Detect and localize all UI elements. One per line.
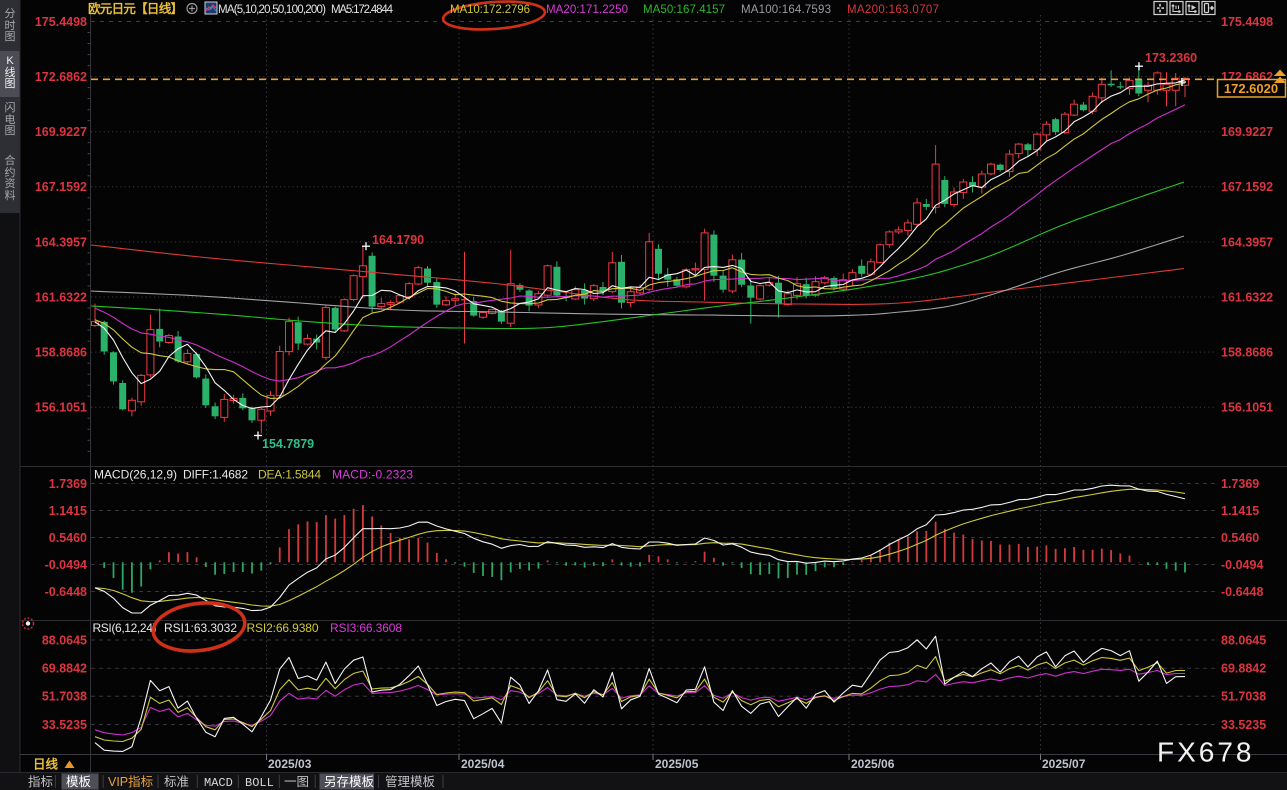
svg-text:料: 料 — [5, 188, 16, 202]
svg-text:2025/04: 2025/04 — [461, 757, 505, 771]
svg-text:日线: 日线 — [33, 757, 59, 772]
svg-text:资: 资 — [5, 177, 16, 190]
svg-text:156.1051: 156.1051 — [1221, 401, 1273, 415]
svg-text:158.8686: 158.8686 — [1221, 346, 1273, 360]
svg-text:158.8686: 158.8686 — [35, 346, 87, 360]
svg-text:1.7369: 1.7369 — [49, 477, 87, 491]
svg-text:分: 分 — [5, 7, 16, 20]
svg-text:51.7038: 51.7038 — [1221, 690, 1266, 704]
svg-text:线: 线 — [5, 65, 16, 79]
svg-text:1.1415: 1.1415 — [49, 504, 87, 518]
svg-text:合: 合 — [5, 153, 16, 167]
svg-text:2025/06: 2025/06 — [851, 757, 895, 771]
svg-text:MA20:171.2250: MA20:171.2250 — [546, 4, 628, 16]
svg-text:RSI1:63.3032: RSI1:63.3032 — [164, 621, 237, 635]
svg-text:173.2360: 173.2360 — [1145, 51, 1197, 65]
svg-text:51.7038: 51.7038 — [42, 690, 87, 704]
svg-text:标准: 标准 — [164, 775, 189, 789]
svg-text:BOLL: BOLL — [245, 776, 274, 790]
svg-text:1.1415: 1.1415 — [1221, 504, 1259, 518]
svg-text:FX678: FX678 — [1157, 737, 1255, 768]
svg-text:MA(5,10,20,50,100,200): MA(5,10,20,50,100,200) — [218, 4, 326, 16]
svg-text:MA50:167.4157: MA50:167.4157 — [643, 4, 725, 16]
svg-text:88.0645: 88.0645 — [42, 633, 87, 647]
svg-text:一图: 一图 — [284, 775, 309, 789]
svg-text:MA10:172.2796: MA10:172.2796 — [450, 4, 530, 16]
svg-text:RSI2:66.9380: RSI2:66.9380 — [247, 621, 319, 635]
svg-text:DIFF:1.4682: DIFF:1.4682 — [183, 468, 248, 482]
svg-text:图: 图 — [5, 77, 16, 90]
svg-text:175.4498: 175.4498 — [35, 15, 87, 29]
svg-text:2025/07: 2025/07 — [1042, 757, 1086, 771]
svg-text:164.1790: 164.1790 — [372, 233, 424, 247]
svg-text:161.6322: 161.6322 — [35, 290, 87, 304]
svg-text:-0.6448: -0.6448 — [1221, 585, 1263, 599]
svg-text:DEA:1.5844: DEA:1.5844 — [258, 468, 321, 482]
svg-text:MACD:-0.2323: MACD:-0.2323 — [332, 468, 413, 482]
svg-text:169.9227: 169.9227 — [1221, 125, 1273, 139]
svg-text:175.4498: 175.4498 — [1221, 15, 1273, 29]
svg-text:69.8842: 69.8842 — [1221, 662, 1266, 676]
svg-text:模板: 模板 — [66, 775, 92, 789]
svg-text:161.6322: 161.6322 — [1221, 290, 1273, 304]
svg-text:RSI3:66.3608: RSI3:66.3608 — [330, 621, 402, 635]
svg-text:VIP指标: VIP指标 — [108, 774, 153, 789]
svg-text:MACD(26,12,9): MACD(26,12,9) — [94, 468, 177, 482]
svg-text:-0.0494: -0.0494 — [1221, 558, 1263, 572]
svg-text:69.8842: 69.8842 — [42, 662, 87, 676]
svg-text:172.6862: 172.6862 — [35, 70, 87, 84]
svg-text:156.1051: 156.1051 — [35, 401, 87, 415]
svg-text:RSI(6,12,24): RSI(6,12,24) — [93, 621, 157, 635]
svg-text:0.5460: 0.5460 — [1221, 531, 1259, 545]
svg-text:管理模板: 管理模板 — [385, 774, 436, 789]
svg-text:2025/05: 2025/05 — [655, 757, 699, 771]
svg-text:167.1592: 167.1592 — [35, 180, 87, 194]
svg-text:K: K — [6, 55, 14, 67]
svg-text:-0.6448: -0.6448 — [45, 585, 87, 599]
svg-text:33.5235: 33.5235 — [42, 718, 87, 732]
svg-text:指标: 指标 — [28, 774, 53, 789]
svg-text:闪: 闪 — [5, 100, 16, 114]
svg-text:MACD: MACD — [204, 776, 233, 790]
svg-text:164.3957: 164.3957 — [1221, 235, 1273, 249]
svg-text:欧元日元【日线】: 欧元日元【日线】 — [88, 1, 183, 16]
svg-text:88.0645: 88.0645 — [1221, 633, 1266, 647]
svg-text:MA5:172.4844: MA5:172.4844 — [331, 4, 394, 16]
svg-text:MA200:163.0707: MA200:163.0707 — [847, 4, 939, 16]
svg-text:MA100:164.7593: MA100:164.7593 — [741, 4, 831, 16]
svg-text:33.5235: 33.5235 — [1221, 718, 1266, 732]
svg-text:167.1592: 167.1592 — [1221, 180, 1273, 194]
svg-text:169.9227: 169.9227 — [35, 125, 87, 139]
svg-text:-0.0494: -0.0494 — [45, 558, 87, 572]
svg-text:172.6020: 172.6020 — [1224, 81, 1278, 96]
svg-text:图: 图 — [5, 30, 16, 43]
svg-text:154.7879: 154.7879 — [262, 437, 314, 451]
svg-text:164.3957: 164.3957 — [35, 235, 87, 249]
svg-text:2025/03: 2025/03 — [268, 757, 312, 771]
svg-text:另存模板: 另存模板 — [324, 775, 375, 789]
svg-text:1.7369: 1.7369 — [1221, 477, 1259, 491]
svg-text:0.5460: 0.5460 — [49, 531, 87, 545]
svg-text:图: 图 — [5, 124, 16, 137]
